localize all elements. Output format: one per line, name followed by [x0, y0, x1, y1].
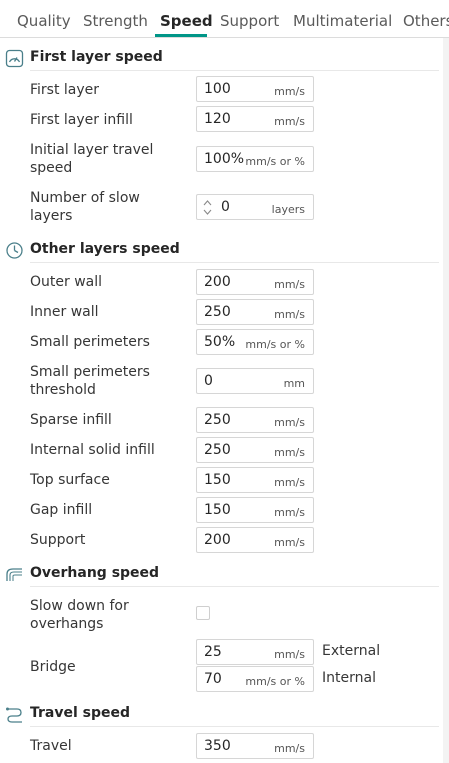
tab-speed[interactable]: Speed — [160, 12, 213, 30]
tab-others[interactable]: Others — [403, 12, 449, 30]
tab-support[interactable]: Support — [220, 12, 279, 30]
field-unit: mm/s — [274, 416, 305, 429]
field-value: 25 — [204, 644, 222, 660]
field-unit: mm/s or % — [245, 338, 305, 351]
field-unit: mm/s — [274, 742, 305, 755]
support-speed-field[interactable]: 200 mm/s — [196, 527, 314, 553]
label-first-layer: First layer — [30, 82, 100, 98]
field-value: 0 — [204, 373, 213, 389]
section-title-first-layer-speed: First layer speed — [30, 49, 163, 65]
section-divider — [30, 586, 439, 587]
label-support: Support — [30, 532, 86, 548]
speedometer-icon — [5, 49, 24, 68]
tab-multimaterial[interactable]: Multimaterial — [293, 12, 392, 30]
inner-wall-speed-field[interactable]: 250 mm/s — [196, 299, 314, 325]
section-divider — [30, 726, 439, 727]
field-unit: layers — [271, 203, 305, 216]
label-first-layer-infill: First layer infill — [30, 112, 133, 128]
label-travel: Travel — [30, 738, 72, 754]
field-value: 200 — [204, 532, 231, 548]
small-perimeters-speed-field[interactable]: 50% mm/s or % — [196, 329, 314, 355]
bridge-external-speed-field[interactable]: 25 mm/s — [196, 639, 314, 665]
field-value: 50% — [204, 334, 236, 350]
label-external: External — [322, 643, 381, 659]
spin-arrows-icon[interactable] — [203, 199, 212, 216]
field-unit: mm/s — [274, 115, 305, 128]
field-unit: mm/s — [274, 648, 305, 661]
field-unit: mm/s — [274, 446, 305, 459]
label-outer-wall: Outer wall — [30, 274, 103, 290]
label-small-perimeters-threshold-line2: threshold — [30, 382, 96, 398]
label-small-perimeters-threshold-line1: Small perimeters — [30, 364, 150, 380]
label-number-of-slow-layers-line1: Number of slow — [30, 190, 140, 206]
field-unit: mm/s — [274, 308, 305, 321]
field-unit: mm/s or % — [245, 675, 305, 688]
scrollbar[interactable] — [443, 38, 449, 763]
label-small-perimeters: Small perimeters — [30, 334, 150, 350]
bridge-internal-speed-field[interactable]: 70 mm/s or % — [196, 666, 314, 692]
label-sparse-infill: Sparse infill — [30, 412, 112, 428]
travel-speed-field[interactable]: 350 mm/s — [196, 733, 314, 759]
field-value: 70 — [204, 671, 222, 687]
field-value: 200 — [204, 274, 231, 290]
tab-strength[interactable]: Strength — [83, 12, 148, 30]
label-top-surface: Top surface — [30, 472, 110, 488]
tab-quality[interactable]: Quality — [17, 12, 71, 30]
field-unit: mm/s — [274, 536, 305, 549]
field-value: 150 — [204, 502, 231, 518]
field-value: 150 — [204, 472, 231, 488]
field-unit: mm/s — [274, 85, 305, 98]
section-title-other-layers-speed: Other layers speed — [30, 241, 180, 257]
label-internal: Internal — [322, 670, 376, 686]
field-value: 350 — [204, 738, 231, 754]
label-inner-wall: Inner wall — [30, 304, 99, 320]
field-value: 100 — [204, 81, 231, 97]
section-title-overhang-speed: Overhang speed — [30, 565, 160, 581]
field-unit: mm/s — [274, 476, 305, 489]
field-value: 250 — [204, 412, 231, 428]
label-bridge: Bridge — [30, 659, 76, 675]
top-surface-speed-field[interactable]: 150 mm/s — [196, 467, 314, 493]
field-value: 120 — [204, 111, 231, 127]
label-initial-layer-travel-speed-line1: Initial layer travel — [30, 142, 154, 158]
clock-speed-icon — [6, 242, 23, 259]
label-slow-down-for-overhangs-line2: overhangs — [30, 616, 104, 632]
label-slow-down-for-overhangs-line1: Slow down for — [30, 598, 129, 614]
field-unit: mm/s — [274, 506, 305, 519]
internal-solid-infill-speed-field[interactable]: 250 mm/s — [196, 437, 314, 463]
field-unit: mm — [283, 377, 305, 390]
field-value: 250 — [204, 442, 231, 458]
sparse-infill-speed-field[interactable]: 250 mm/s — [196, 407, 314, 433]
section-divider — [30, 262, 439, 263]
slow-down-overhangs-checkbox[interactable] — [196, 606, 210, 620]
first-layer-infill-speed-field[interactable]: 120 mm/s — [196, 106, 314, 132]
label-internal-solid-infill: Internal solid infill — [30, 442, 155, 458]
label-number-of-slow-layers-line2: layers — [30, 208, 73, 224]
overhang-icon — [6, 568, 22, 581]
initial-layer-travel-speed-field[interactable]: 100% mm/s or % — [196, 146, 314, 172]
field-unit: mm/s — [274, 278, 305, 291]
travel-icon — [6, 707, 22, 723]
first-layer-speed-field[interactable]: 100 mm/s — [196, 76, 314, 102]
outer-wall-speed-field[interactable]: 200 mm/s — [196, 269, 314, 295]
slow-layers-spin-field[interactable]: 0 layers — [196, 194, 314, 220]
active-tab-indicator — [155, 34, 207, 37]
label-initial-layer-travel-speed-line2: speed — [30, 160, 73, 176]
section-divider — [30, 70, 439, 71]
tab-bar: Quality Strength Speed Support Multimate… — [0, 0, 449, 38]
field-value: 250 — [204, 304, 231, 320]
small-perimeters-threshold-field[interactable]: 0 mm — [196, 368, 314, 394]
label-gap-infill: Gap infill — [30, 502, 93, 518]
gap-infill-speed-field[interactable]: 150 mm/s — [196, 497, 314, 523]
field-value: 100% — [204, 151, 245, 167]
field-value: 0 — [221, 199, 230, 215]
field-unit: mm/s or % — [245, 155, 305, 168]
section-title-travel-speed: Travel speed — [30, 705, 131, 721]
